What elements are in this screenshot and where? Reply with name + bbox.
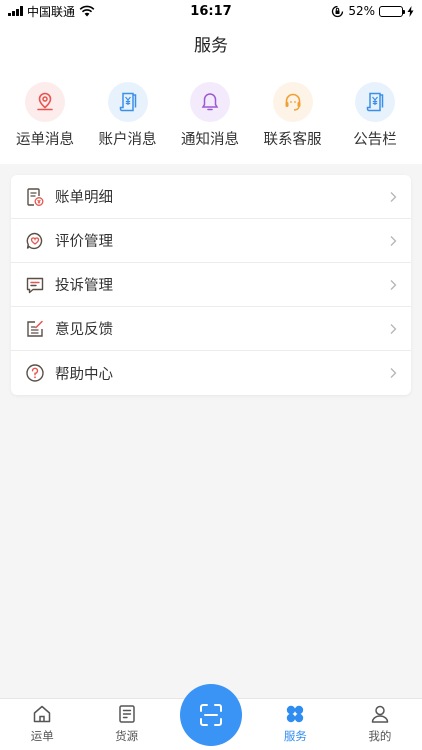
- yuan-receipt-icon: [366, 92, 384, 112]
- chevron-right-icon: [390, 235, 397, 246]
- feedback-edit-icon: [25, 319, 45, 339]
- status-right: 52%: [331, 4, 414, 18]
- menu-item-feedback[interactable]: 意见反馈: [11, 307, 411, 351]
- home-icon: [33, 705, 51, 723]
- quick-item-notifications[interactable]: 通知消息: [175, 82, 245, 149]
- quick-label: 账户消息: [98, 132, 157, 148]
- quick-icon-bg: [107, 82, 148, 122]
- quick-icon-bg: [25, 82, 65, 122]
- bill-detail-icon: [25, 187, 45, 207]
- quick-icon-bg: [190, 82, 230, 122]
- header-area: 中国联通 16:17 52% 服务 运单消息 账户消息 通知消息 联系客服 公告…: [0, 0, 422, 164]
- location-pin-icon: [37, 92, 53, 111]
- wifi-icon: [79, 5, 95, 17]
- quick-icon-bg: [272, 82, 313, 122]
- menu-label: 投诉管理: [55, 278, 113, 294]
- status-bar: 中国联通 16:17 52%: [0, 0, 422, 22]
- chevron-right-icon: [390, 191, 397, 202]
- menu-label: 账单明细: [55, 190, 113, 206]
- tab-bar: 运单 货源 服务 我的: [0, 684, 422, 750]
- yuan-receipt-icon: [119, 92, 136, 112]
- quick-label: 公告栏: [353, 132, 397, 148]
- menu-label: 帮助中心: [55, 366, 113, 383]
- orientation-lock-icon: [332, 5, 344, 17]
- tab-mine[interactable]: 我的: [338, 699, 422, 750]
- chevron-right-icon: [390, 368, 397, 378]
- help-question-icon: [25, 363, 45, 383]
- quick-actions: 运单消息 账户消息 通知消息 联系客服 公告栏: [0, 64, 422, 149]
- tab-cargo-source[interactable]: 货源: [84, 699, 168, 750]
- scan-icon: [200, 704, 223, 726]
- headset-icon: [285, 93, 300, 111]
- chevron-right-icon: [390, 279, 397, 290]
- user-icon: [371, 705, 389, 723]
- heart-chat-icon: [25, 231, 45, 251]
- page-title: 服务: [194, 35, 228, 56]
- tab-label: 运单: [30, 729, 54, 743]
- quick-item-waybill-messages[interactable]: 运单消息: [10, 82, 80, 149]
- scan-button[interactable]: [180, 684, 243, 746]
- menu-label: 评价管理: [55, 234, 113, 250]
- chevron-right-icon: [390, 323, 397, 334]
- menu-item-complaint-management[interactable]: 投诉管理: [11, 263, 411, 307]
- complaint-chat-icon: [25, 275, 45, 295]
- menu-item-bill-details[interactable]: 账单明细: [11, 175, 411, 219]
- signal-icon: [8, 6, 23, 16]
- carrier-name: 中国联通: [27, 4, 76, 19]
- tab-label: 我的: [368, 729, 392, 743]
- tab-waybill[interactable]: 运单: [0, 699, 84, 750]
- tab-service[interactable]: 服务: [253, 699, 337, 750]
- menu-label: 意见反馈: [55, 322, 113, 338]
- tab-label: 服务: [283, 729, 307, 743]
- quick-label: 通知消息: [181, 132, 239, 148]
- charging-bolt-icon: [407, 5, 414, 17]
- quick-item-customer-service[interactable]: 联系客服: [258, 82, 328, 149]
- bell-icon: [201, 93, 219, 111]
- quick-label: 联系客服: [263, 132, 322, 148]
- battery-percent: 52%: [348, 4, 375, 18]
- battery-icon: [379, 5, 405, 17]
- tab-scan-slot: [169, 684, 253, 750]
- menu-item-review-management[interactable]: 评价管理: [11, 219, 411, 263]
- quick-item-bulletin-board[interactable]: 公告栏: [340, 82, 410, 149]
- quick-icon-bg: [355, 82, 395, 122]
- status-left: 中国联通: [8, 3, 95, 20]
- grid-icon: [287, 705, 304, 723]
- menu-item-help-center[interactable]: 帮助中心: [11, 351, 411, 395]
- document-icon: [118, 705, 135, 723]
- tab-label: 货源: [115, 729, 139, 743]
- quick-label: 运单消息: [16, 132, 74, 148]
- quick-item-account-messages[interactable]: 账户消息: [93, 82, 163, 149]
- service-menu: 账单明细 评价管理 投诉管理 意见反馈 帮助中心: [11, 175, 411, 395]
